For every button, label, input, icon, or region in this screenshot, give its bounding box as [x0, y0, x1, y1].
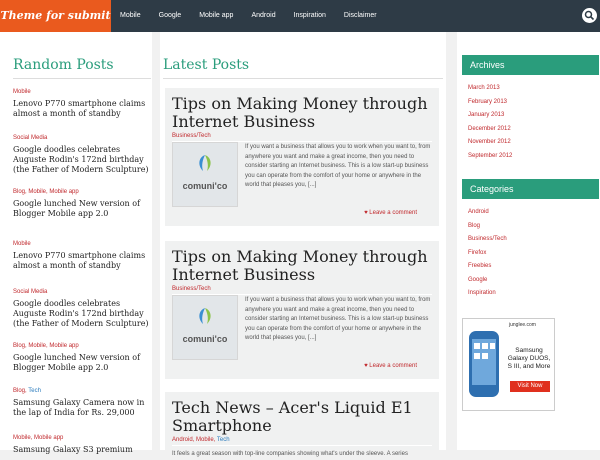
- phone-icon: [469, 331, 499, 397]
- random-post-item[interactable]: Mobile, Mobile app Samsung Galaxy S3 pre…: [13, 434, 151, 455]
- nav-item-disclaimer[interactable]: Disclaimer: [335, 0, 386, 32]
- post-categories[interactable]: Blog, Tech: [13, 387, 151, 396]
- post-categories[interactable]: Business/Tech: [165, 131, 439, 141]
- random-post-item[interactable]: Blog, Mobile, Mobile app Google lunched …: [13, 188, 151, 219]
- communico-logo-icon: [199, 155, 211, 171]
- post-categories[interactable]: Mobile, Mobile app: [13, 434, 151, 443]
- random-post-item[interactable]: Blog, Tech Samsung Galaxy Camera now in …: [13, 387, 151, 418]
- nav-item-android[interactable]: Android: [242, 0, 284, 32]
- divider: [172, 445, 432, 446]
- post-excerpt: If you want a business that allows you t…: [245, 297, 431, 341]
- random-post-item[interactable]: Mobile Lenovo P770 smartphone claims alm…: [13, 88, 151, 119]
- category-link[interactable]: Firefox: [468, 247, 598, 261]
- post-categories[interactable]: Mobile: [13, 88, 151, 97]
- communico-logo-icon: [199, 308, 211, 324]
- random-posts-title: Random Posts: [13, 57, 114, 73]
- category-link[interactable]: Business/Tech: [468, 233, 598, 247]
- latest-posts-title: Latest Posts: [163, 57, 250, 73]
- post-card: Tips on Making Money through Internet Bu…: [165, 241, 439, 379]
- post-title-link[interactable]: Samsung Galaxy S3 premium: [13, 445, 151, 455]
- post-excerpt: It feels a great season with top-line co…: [172, 451, 408, 457]
- post-categories[interactable]: Social Media: [13, 288, 151, 297]
- archive-link[interactable]: February 2013: [468, 96, 598, 110]
- post-title-link[interactable]: Lenovo P770 smartphone claims almost a m…: [13, 251, 151, 271]
- top-nav-bar: Theme for submit Mobile Google Mobile ap…: [0, 0, 600, 32]
- post-thumbnail[interactable]: comuni'co: [172, 142, 238, 207]
- post-card: Tech News – Acer's Liquid E1 Smartphone …: [165, 392, 439, 457]
- post-title-link[interactable]: Google lunched New version of Blogger Mo…: [13, 353, 151, 373]
- nav-item-mobile[interactable]: Mobile: [111, 0, 150, 32]
- post-title-link[interactable]: Google doodles celebrates Auguste Rodin'…: [13, 299, 151, 329]
- archive-link[interactable]: December 2012: [468, 123, 598, 137]
- post-title-link[interactable]: Tech News – Acer's Liquid E1 Smartphone: [165, 392, 439, 435]
- post-title-link[interactable]: Google lunched New version of Blogger Mo…: [13, 199, 151, 219]
- post-categories[interactable]: Social Media: [13, 134, 151, 143]
- divider: [163, 78, 443, 79]
- post-title-link[interactable]: Samsung Galaxy Camera now in the lap of …: [13, 398, 151, 418]
- nav-item-google[interactable]: Google: [150, 0, 191, 32]
- post-excerpt: If you want a business that allows you t…: [245, 144, 431, 188]
- ad-cta-button[interactable]: Visit Now: [510, 381, 550, 392]
- advertisement-banner[interactable]: junglee.com Samsung Galaxy DUOS, S III, …: [462, 318, 555, 411]
- ad-text: Samsung Galaxy DUOS, S III, and More: [507, 347, 551, 370]
- random-post-item[interactable]: Blog, Mobile, Mobile app Google lunched …: [13, 342, 151, 373]
- category-link[interactable]: Android: [468, 206, 598, 220]
- category-link[interactable]: Google: [468, 274, 598, 288]
- main-nav: Mobile Google Mobile app Android Inspira…: [111, 0, 386, 32]
- post-categories[interactable]: Blog, Mobile, Mobile app: [13, 342, 151, 351]
- post-title-link[interactable]: Tips on Making Money through Internet Bu…: [165, 241, 439, 284]
- leave-comment-link[interactable]: ♥ Leave a comment: [364, 210, 417, 216]
- leave-comment-link[interactable]: ♥ Leave a comment: [364, 363, 417, 369]
- post-title-link[interactable]: Google doodles celebrates Auguste Rodin'…: [13, 145, 151, 175]
- post-categories[interactable]: Business/Tech: [165, 284, 439, 294]
- search-button[interactable]: [582, 8, 597, 23]
- archive-link[interactable]: March 2013: [468, 82, 598, 96]
- divider: [13, 78, 151, 79]
- search-icon: [584, 10, 595, 21]
- category-link[interactable]: Inspiration: [468, 287, 598, 301]
- site-logo[interactable]: Theme for submit: [0, 0, 111, 32]
- random-post-item[interactable]: Social Media Google doodles celebrates A…: [13, 134, 151, 175]
- archives-list: March 2013 February 2013 January 2013 De…: [468, 82, 598, 163]
- post-card: Tips on Making Money through Internet Bu…: [165, 88, 439, 226]
- nav-item-inspiration[interactable]: Inspiration: [285, 0, 335, 32]
- category-link[interactable]: Freebies: [468, 260, 598, 274]
- random-post-item[interactable]: Social Media Google doodles celebrates A…: [13, 288, 151, 329]
- categories-list: Android Blog Business/Tech Firefox Freeb…: [468, 206, 598, 301]
- archives-widget-title: Archives: [462, 55, 599, 75]
- post-categories[interactable]: Android, Mobile, Tech: [165, 435, 439, 445]
- archive-link[interactable]: January 2013: [468, 109, 598, 123]
- category-link[interactable]: Blog: [468, 220, 598, 234]
- post-title-link[interactable]: Lenovo P770 smartphone claims almost a m…: [13, 99, 151, 119]
- categories-widget-title: Categories: [462, 179, 599, 199]
- nav-item-mobile-app[interactable]: Mobile app: [190, 0, 242, 32]
- archive-link[interactable]: September 2012: [468, 150, 598, 164]
- post-title-link[interactable]: Tips on Making Money through Internet Bu…: [165, 88, 439, 131]
- ad-brand: junglee.com: [509, 322, 536, 328]
- post-categories[interactable]: Mobile: [13, 240, 151, 249]
- random-post-item[interactable]: Mobile Lenovo P770 smartphone claims alm…: [13, 240, 151, 271]
- archive-link[interactable]: November 2012: [468, 136, 598, 150]
- post-categories[interactable]: Blog, Mobile, Mobile app: [13, 188, 151, 197]
- post-thumbnail[interactable]: comuni'co: [172, 295, 238, 360]
